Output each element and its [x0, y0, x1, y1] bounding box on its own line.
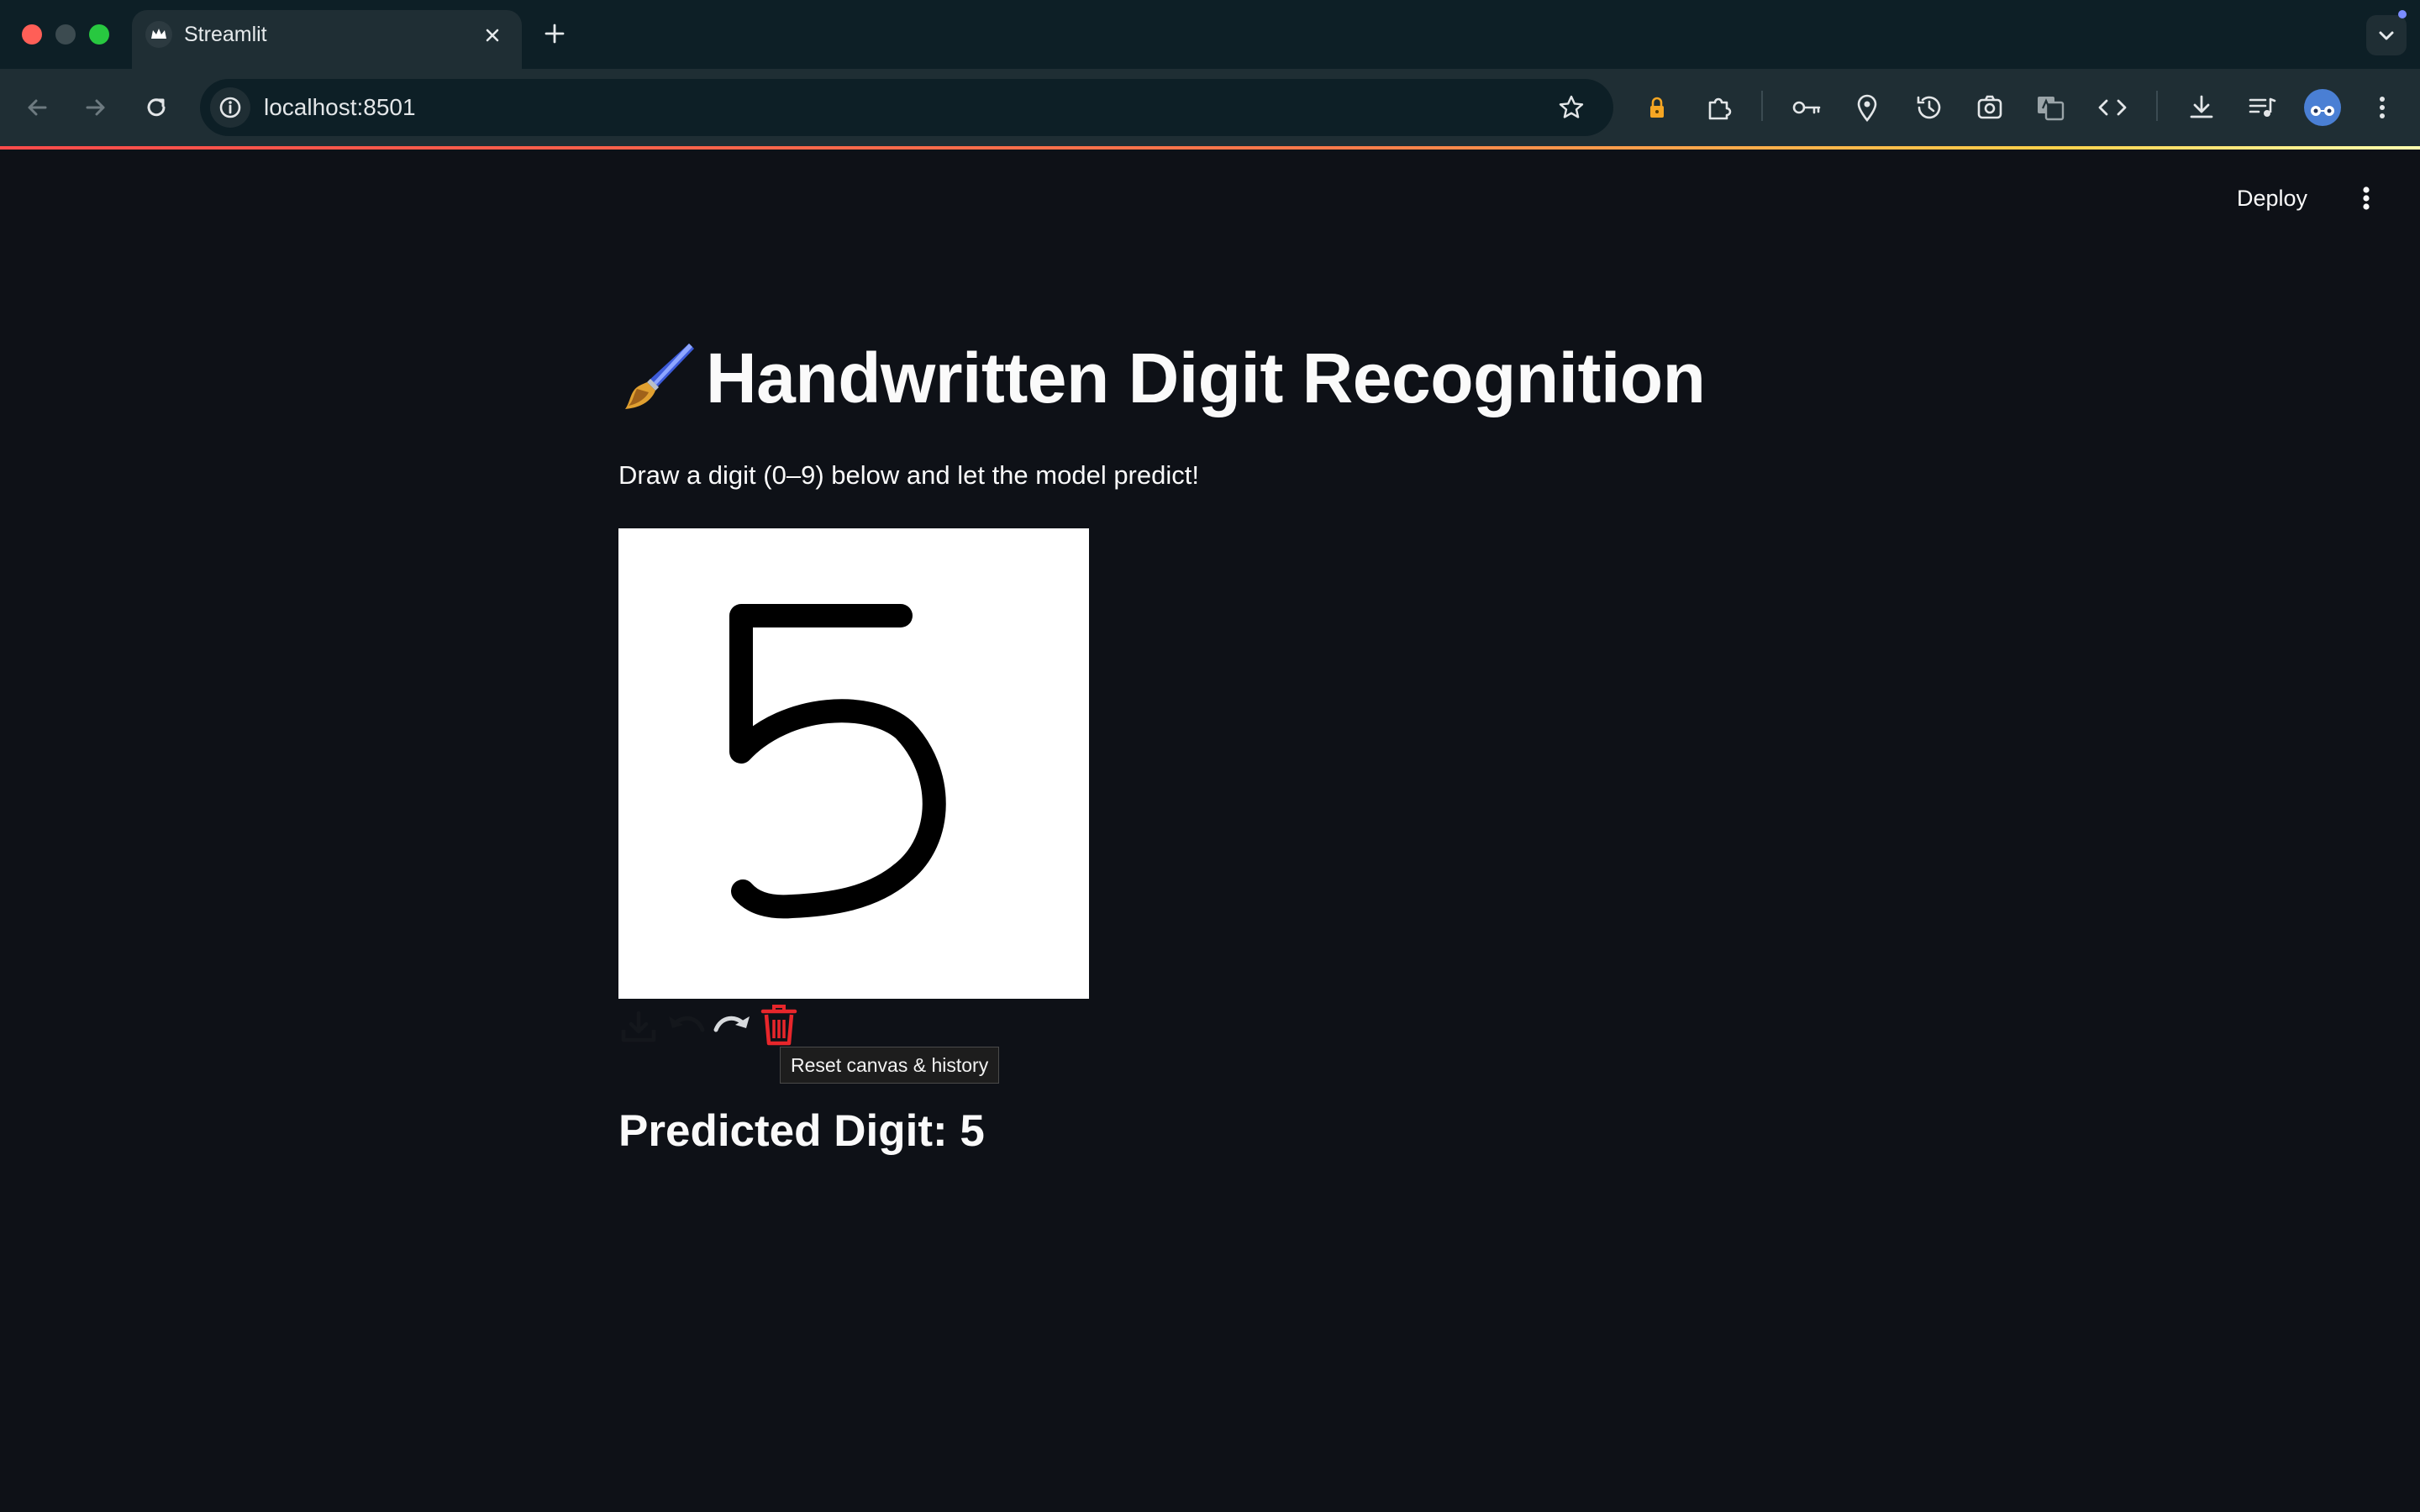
- reload-icon[interactable]: [141, 92, 171, 123]
- toolbar-separator: [2156, 91, 2158, 121]
- browser-tab-active[interactable]: Streamlit: [132, 10, 522, 69]
- toolbar-separator: [1761, 91, 1763, 121]
- paintbrush-icon: [618, 339, 696, 414]
- site-info-icon[interactable]: [210, 87, 250, 128]
- redo-icon[interactable]: [711, 1006, 755, 1047]
- profile-avatar-icon[interactable]: [2304, 89, 2341, 126]
- drawn-digit-strokes: [729, 604, 946, 919]
- bookmark-star-icon[interactable]: [1556, 92, 1586, 123]
- history-icon[interactable]: [1912, 91, 1946, 124]
- streamlit-header-decoration: [0, 146, 2420, 150]
- deploy-button[interactable]: Deploy: [2237, 178, 2307, 218]
- trash-icon[interactable]: [760, 1003, 798, 1047]
- page-title: Handwritten Digit Recognition: [618, 338, 1706, 419]
- page-title-text: Handwritten Digit Recognition: [706, 339, 1706, 417]
- reset-canvas-tooltip: Reset canvas & history: [780, 1047, 1000, 1084]
- devtools-code-icon[interactable]: [2094, 91, 2131, 124]
- media-controls-icon[interactable]: [2245, 91, 2279, 124]
- lock-extension-icon[interactable]: [1642, 92, 1672, 123]
- page-subtitle: Draw a digit (0–9) below and let the mod…: [618, 460, 1199, 490]
- back-icon[interactable]: [22, 92, 52, 123]
- browser-menu-icon[interactable]: [2370, 91, 2395, 124]
- translate-icon[interactable]: [2033, 91, 2067, 124]
- notification-dot: [2398, 10, 2407, 18]
- new-tab-icon[interactable]: [541, 20, 568, 47]
- tab-close-icon[interactable]: [480, 23, 505, 48]
- predicted-digit-heading: Predicted Digit: 5: [618, 1106, 985, 1156]
- location-icon[interactable]: [1852, 91, 1882, 124]
- download-icon[interactable]: [2185, 91, 2218, 124]
- download-icon[interactable]: [618, 1006, 659, 1047]
- window-maximize-button[interactable]: [89, 24, 109, 45]
- app-main-menu-icon[interactable]: [2353, 178, 2380, 218]
- forward-icon[interactable]: [81, 92, 111, 123]
- tab-title: Streamlit: [184, 23, 267, 46]
- screenshot-icon[interactable]: [1973, 91, 2007, 124]
- undo-icon[interactable]: [664, 1006, 708, 1047]
- window-close-button[interactable]: [22, 24, 42, 45]
- url-text[interactable]: localhost:8501: [264, 79, 416, 136]
- extensions-icon[interactable]: [1702, 91, 1736, 124]
- drawing-canvas[interactable]: [618, 528, 1089, 999]
- password-key-icon[interactable]: [1790, 92, 1823, 123]
- tab-search-icon[interactable]: [2366, 10, 2407, 55]
- streamlit-favicon-icon: [145, 21, 172, 48]
- window-minimize-button[interactable]: [55, 24, 76, 45]
